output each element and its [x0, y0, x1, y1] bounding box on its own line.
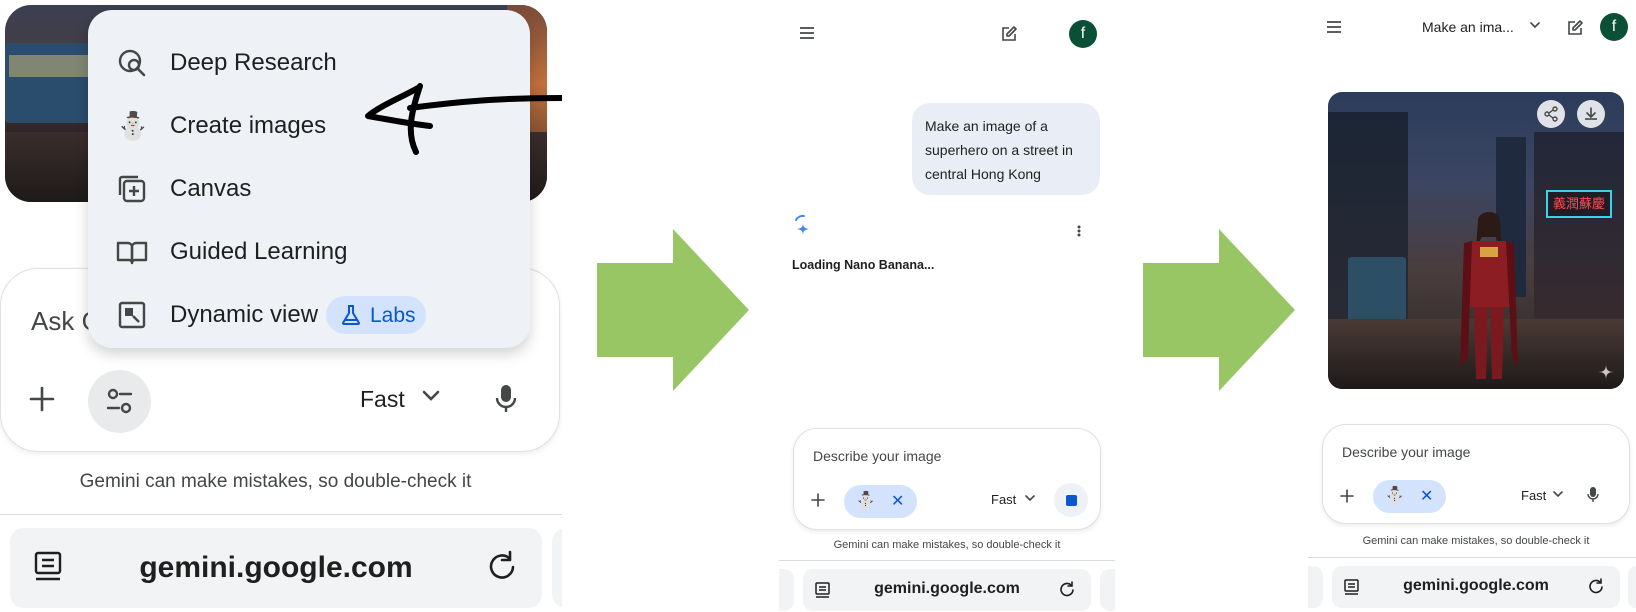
book-icon — [116, 236, 148, 268]
chevron-down-icon[interactable] — [1025, 495, 1035, 502]
menu-item-label: Deep Research — [170, 49, 337, 76]
close-icon[interactable]: ✕ — [891, 491, 904, 511]
hamburger-menu-icon[interactable] — [800, 27, 814, 39]
prompt-placeholder: Describe your image — [1342, 444, 1471, 460]
divider — [1308, 557, 1636, 558]
tools-menu: Deep Research ⛄ Create images Canvas Gui… — [88, 10, 530, 348]
divider — [0, 514, 562, 515]
snowman-emoji-icon: ⛄ — [116, 111, 150, 141]
panel-generating: f Make an image of a superhero on a stre… — [779, 0, 1115, 612]
dynamic-view-icon — [116, 299, 148, 331]
share-icon — [1544, 106, 1558, 122]
adjacent-tab-edge — [779, 569, 794, 611]
sparkle-watermark-icon — [1598, 364, 1614, 380]
panel-tools-menu: Ask G Fast Gemini can make mistakes, so … — [0, 0, 562, 612]
new-chat-edit-icon[interactable] — [1001, 26, 1017, 42]
reload-icon[interactable] — [1060, 581, 1076, 598]
tools-sliders-icon — [106, 388, 133, 414]
flask-icon — [342, 305, 360, 325]
adjacent-tab-edge — [1628, 566, 1636, 608]
menu-item-label: Dynamic view — [170, 301, 319, 328]
url-text: gemini.google.com — [874, 580, 1020, 597]
prompt-input-box[interactable] — [1322, 424, 1630, 524]
menu-item-label: Create images — [170, 112, 327, 139]
close-icon[interactable]: ✕ — [1420, 486, 1433, 506]
disclaimer-text: Gemini can make mistakes, so double-chec… — [79, 471, 472, 492]
download-image-button[interactable] — [1577, 100, 1605, 128]
stop-generation-button[interactable] — [1054, 483, 1088, 517]
flow-arrow-1 — [597, 229, 749, 391]
disclaimer-text: Gemini can make mistakes, so double-chec… — [833, 539, 1061, 551]
prompt-placeholder: Describe your image — [813, 448, 942, 464]
reload-icon[interactable] — [488, 550, 518, 582]
menu-item-label: Guided Learning — [170, 238, 348, 265]
add-icon[interactable] — [1340, 489, 1354, 503]
menu-item-guided-learning[interactable]: Guided Learning — [88, 222, 530, 282]
user-message-text: Make an image of a superhero on a street… — [925, 118, 1073, 182]
mode-selector-label[interactable]: Fast — [1521, 488, 1546, 503]
superhero-figure — [1460, 212, 1518, 379]
hand-drawn-arrow-annotation — [360, 80, 562, 160]
url-text: gemini.google.com — [1403, 577, 1549, 594]
add-icon[interactable] — [28, 385, 56, 413]
microphone-icon[interactable] — [495, 384, 517, 414]
add-icon[interactable] — [811, 493, 825, 507]
avatar[interactable]: f — [1600, 13, 1628, 41]
gemini-loading-spinner-icon — [793, 214, 813, 238]
menu-item-dynamic-view[interactable]: Dynamic view Labs — [88, 285, 530, 345]
reload-icon[interactable] — [1589, 578, 1605, 595]
tools-button[interactable] — [88, 370, 151, 433]
labs-badge-label: Labs — [370, 304, 416, 327]
adjacent-tab-edge — [552, 528, 562, 608]
divider — [779, 560, 1115, 561]
chevron-down-icon[interactable] — [1553, 491, 1563, 498]
deep-research-icon — [116, 47, 148, 79]
adjacent-tab-edge — [1100, 569, 1115, 611]
microphone-icon[interactable] — [1587, 487, 1599, 503]
browser-url-bar[interactable]: gemini.google.com — [10, 528, 542, 608]
chevron-down-icon[interactable] — [1530, 22, 1540, 29]
more-options-icon[interactable] — [1077, 225, 1081, 237]
menu-item-canvas[interactable]: Canvas — [88, 159, 530, 219]
generated-image[interactable]: 義潤蘇慶 — [1328, 92, 1624, 389]
canvas-icon — [116, 173, 148, 205]
disclaimer-text: Gemini can make mistakes, so double-chec… — [1362, 535, 1590, 547]
menu-item-label: Canvas — [170, 175, 252, 202]
loading-status-text: Loading Nano Banana... — [792, 258, 935, 272]
download-icon — [1585, 107, 1597, 120]
flow-arrow-2 — [1143, 229, 1295, 391]
conversation-title[interactable]: Make an ima... — [1422, 19, 1514, 35]
adjacent-tab-edge — [1308, 566, 1323, 608]
url-text: gemini.google.com — [139, 551, 413, 584]
labs-badge: Labs — [326, 296, 426, 334]
avatar[interactable]: f — [1069, 20, 1097, 48]
snowman-emoji-icon: ⛄ — [1384, 486, 1406, 505]
hamburger-menu-icon[interactable] — [1327, 21, 1341, 33]
browser-url-bar[interactable]: gemini.google.com — [1332, 566, 1620, 608]
mode-selector-label[interactable]: Fast — [360, 386, 405, 413]
new-chat-edit-icon[interactable] — [1567, 20, 1583, 36]
stop-icon — [1066, 495, 1077, 506]
chevron-down-icon[interactable] — [422, 390, 440, 402]
image-neon-sign: 義潤蘇慶 — [1546, 190, 1612, 218]
prompt-input-box[interactable] — [793, 428, 1101, 530]
browser-url-bar[interactable]: gemini.google.com — [803, 569, 1091, 611]
user-message-bubble: Make an image of a superhero on a street… — [912, 103, 1100, 195]
panel-generated-result: Make an ima... f 義潤蘇慶 Describe your imag… — [1308, 0, 1636, 612]
create-images-tool-chip[interactable]: ⛄ ✕ — [1373, 480, 1446, 513]
create-images-tool-chip[interactable]: ⛄ ✕ — [844, 485, 917, 518]
share-image-button[interactable] — [1537, 100, 1565, 128]
snowman-emoji-icon: ⛄ — [855, 491, 877, 510]
mode-selector-label[interactable]: Fast — [991, 492, 1016, 507]
